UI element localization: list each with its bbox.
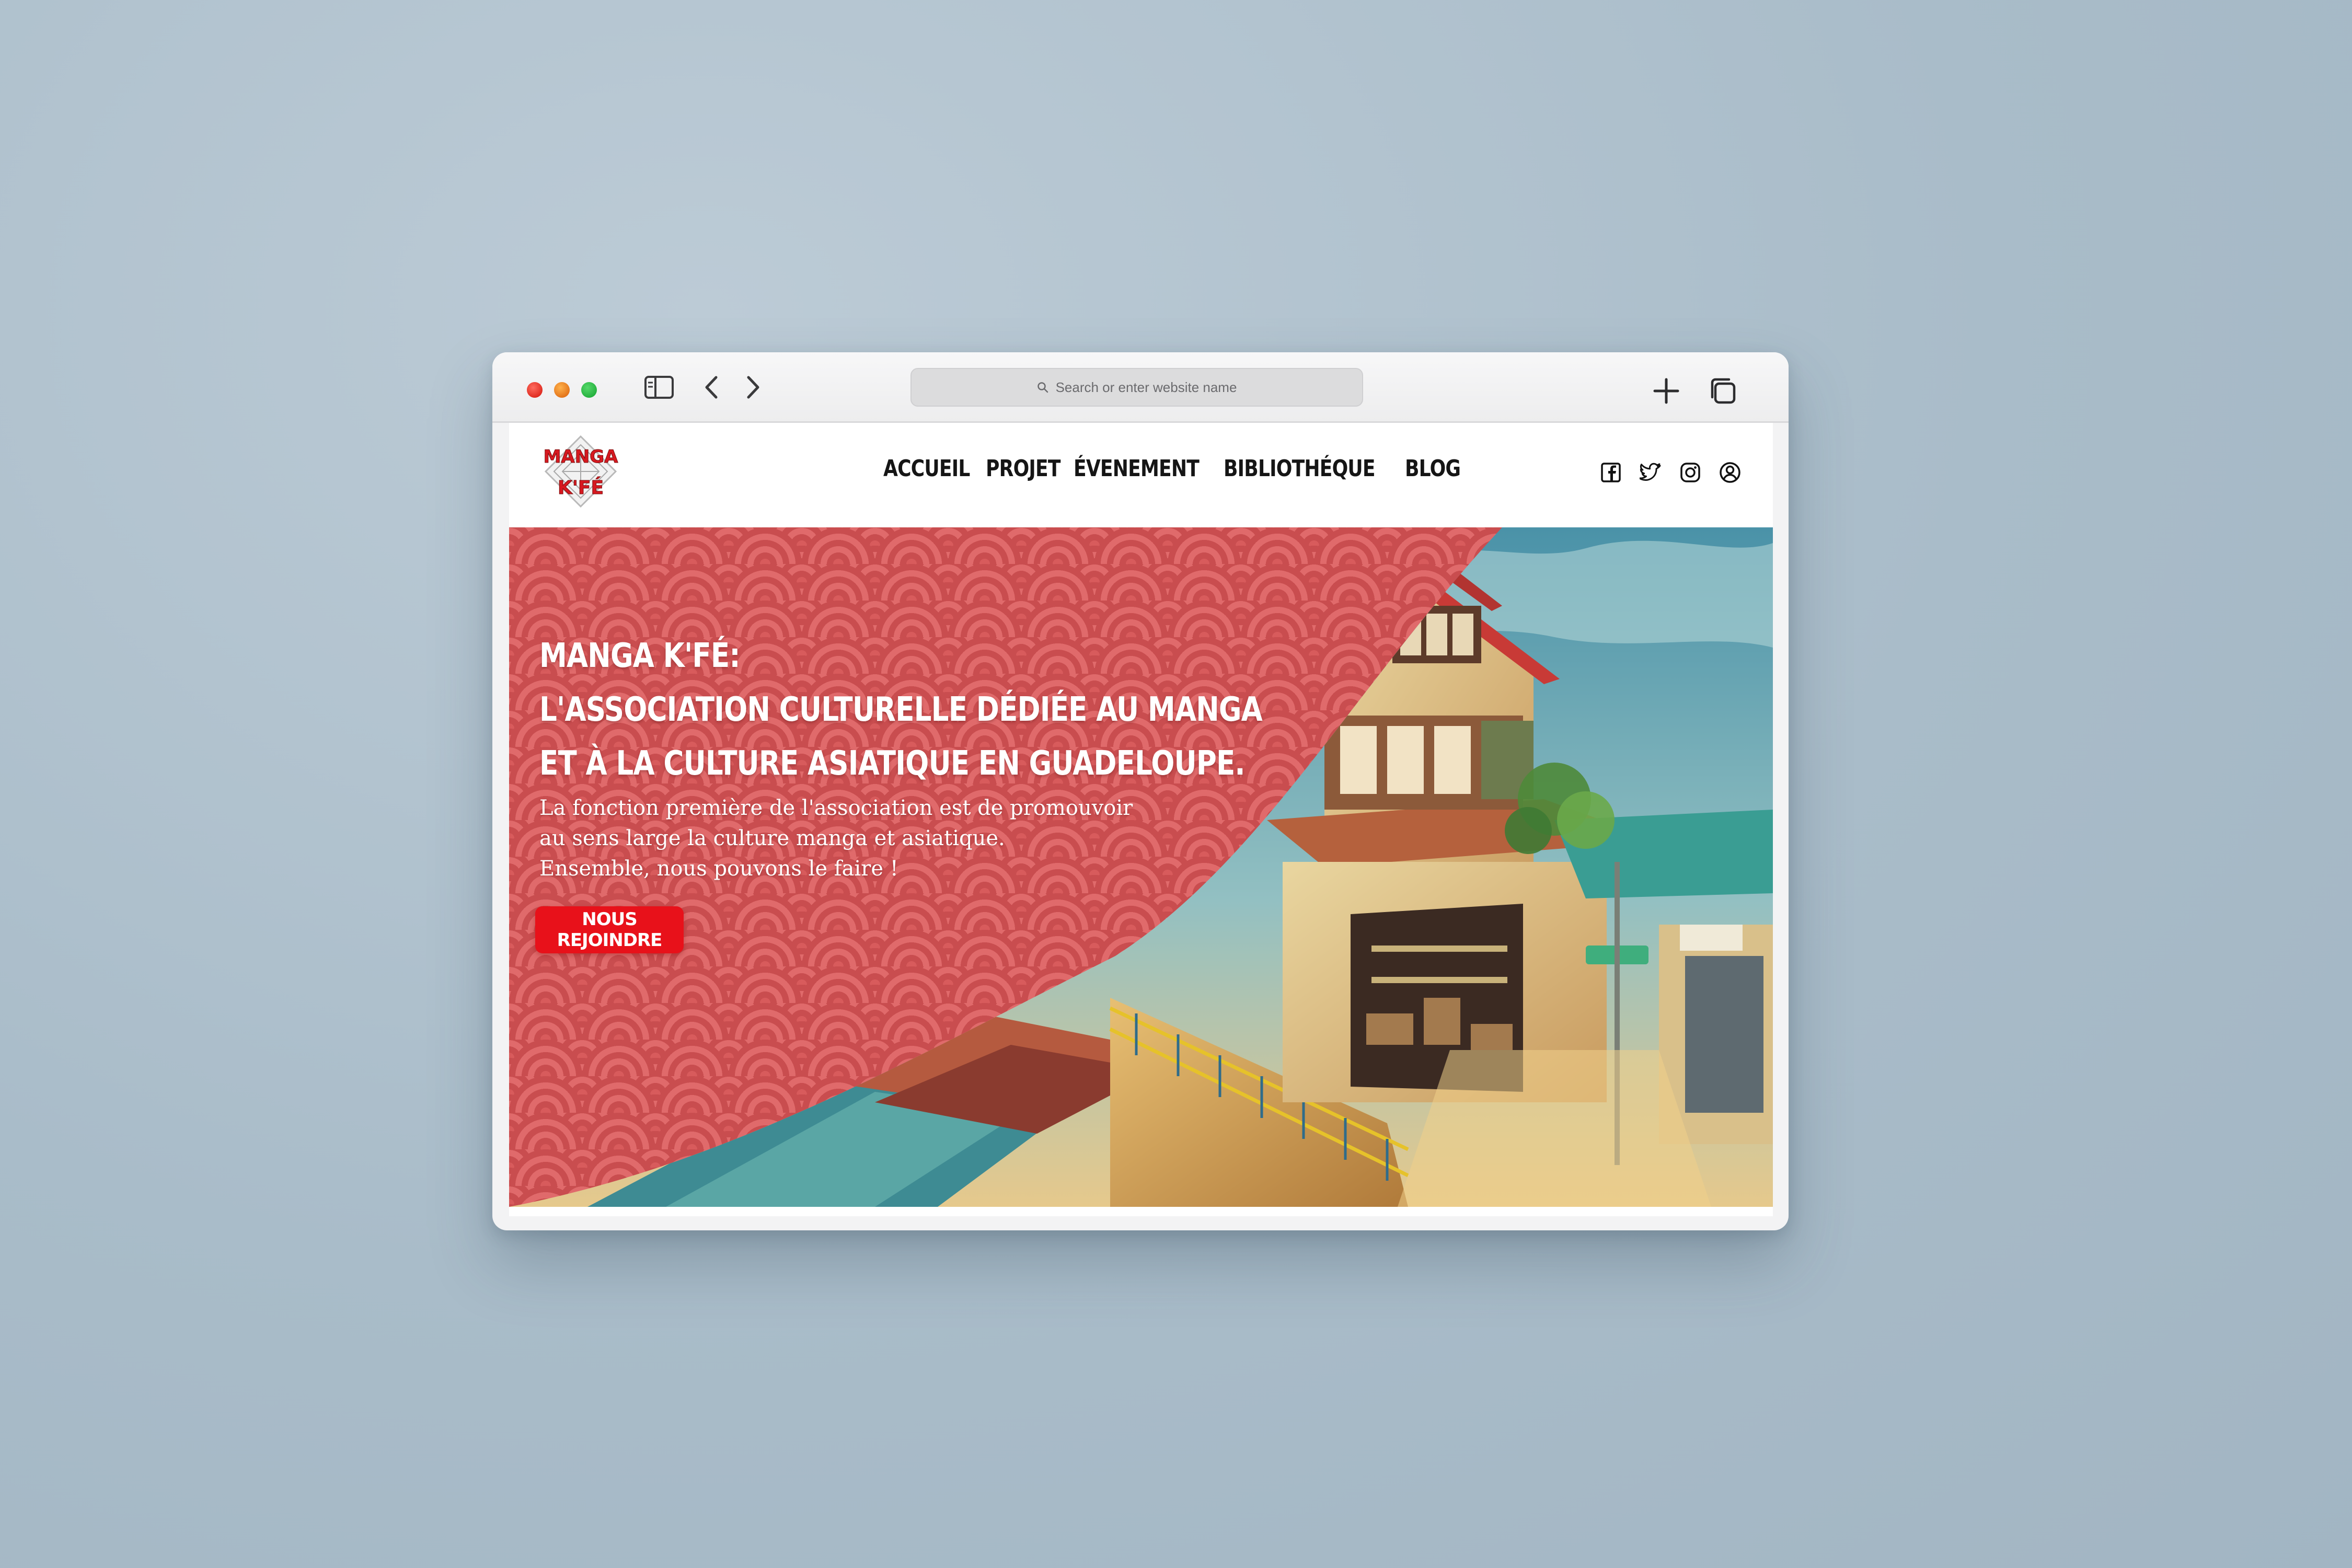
address-placeholder: Search or enter website name — [1055, 379, 1237, 395]
svg-text:MANGA: MANGA — [544, 446, 619, 467]
facebook-icon[interactable] — [1599, 460, 1623, 485]
nav-link-accueil[interactable]: ACCUEIL — [883, 455, 970, 482]
hero-headline-line-2: L'ASSOCIATION CULTURELLE DÉDIÉE AU MANGA — [539, 690, 1263, 729]
hero-description-line-2: au sens large la culture manga et asiati… — [539, 826, 1005, 850]
site-navbar: MANGA K'FÉ ACCUEIL PROJET ÉVENEMENT BIBL… — [509, 423, 1773, 527]
sidebar-toggle-icon[interactable] — [644, 375, 674, 402]
hero-headline: MANGA K'FÉ: L'ASSOCIATION CULTURELLE DÉD… — [539, 629, 1263, 791]
join-button[interactable]: NOUS REJOINDRE — [535, 906, 684, 953]
maximize-window-button[interactable] — [581, 382, 597, 398]
instagram-icon[interactable] — [1678, 460, 1702, 485]
close-window-button[interactable] — [527, 382, 543, 398]
nav-link-bibliotheque[interactable]: BIBLIOTHÉQUE — [1224, 455, 1376, 482]
minimize-window-button[interactable] — [554, 382, 570, 398]
twitter-icon[interactable] — [1639, 460, 1663, 485]
main-nav: ACCUEIL PROJET ÉVENEMENT BIBLIOTHÉQUE BL… — [883, 455, 1461, 482]
forward-arrow-icon[interactable] — [745, 375, 761, 402]
hero-description-line-1: La fonction première de l'association es… — [539, 796, 1133, 820]
social-links — [1599, 460, 1742, 485]
nav-link-evenement[interactable]: ÉVENEMENT — [1074, 455, 1200, 482]
manga-kfe-logo[interactable]: MANGA K'FÉ — [541, 432, 620, 511]
user-account-icon[interactable] — [1718, 460, 1742, 485]
browser-window: Search or enter website name MANGA K'FÉ … — [492, 352, 1789, 1230]
svg-text:K'FÉ: K'FÉ — [558, 477, 604, 499]
nav-link-blog[interactable]: BLOG — [1405, 455, 1461, 482]
hero-text-block: MANGA K'FÉ: L'ASSOCIATION CULTURELLE DÉD… — [539, 629, 1271, 884]
nav-link-projet[interactable]: PROJET — [986, 455, 1060, 482]
hero-banner: MANGA K'FÉ: L'ASSOCIATION CULTURELLE DÉD… — [509, 527, 1773, 1207]
search-icon — [1037, 382, 1048, 393]
back-arrow-icon[interactable] — [704, 375, 719, 402]
hero-description-line-3: Ensemble, nous pouvons le faire ! — [539, 857, 898, 881]
hero-headline-line-3: ET À LA CULTURE ASIATIQUE EN GUADELOUPE. — [539, 744, 1246, 783]
browser-toolbar: Search or enter website name — [492, 352, 1789, 423]
hero-description: La fonction première de l'association es… — [539, 793, 1271, 884]
tab-overview-icon[interactable] — [1708, 376, 1737, 408]
new-tab-icon[interactable] — [1653, 377, 1680, 407]
hero-headline-line-1: MANGA K'FÉ: — [539, 637, 741, 675]
address-bar[interactable]: Search or enter website name — [910, 368, 1363, 407]
page-viewport: MANGA K'FÉ ACCUEIL PROJET ÉVENEMENT BIBL… — [509, 423, 1773, 1216]
